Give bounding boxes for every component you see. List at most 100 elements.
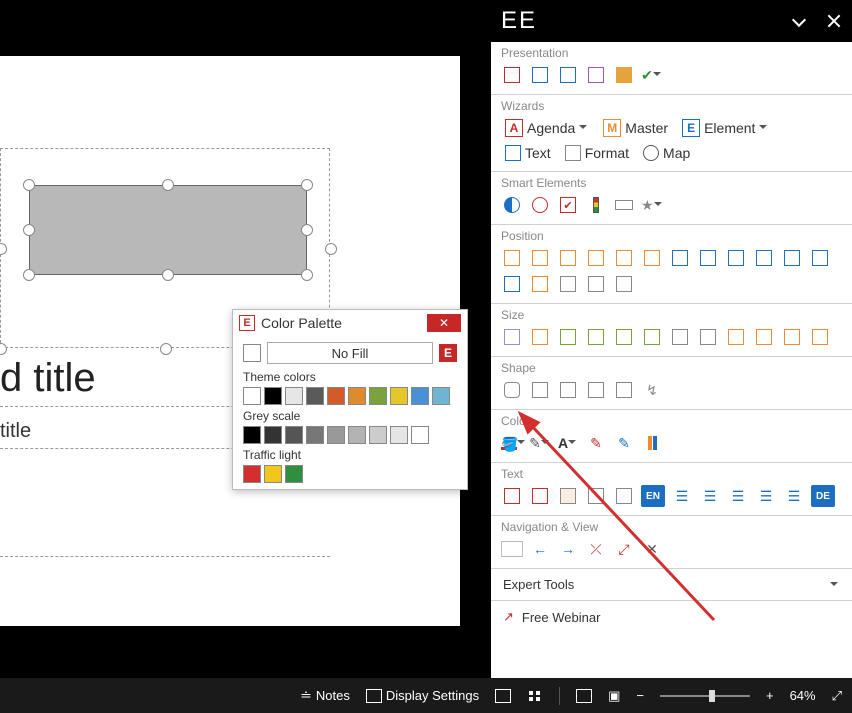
display-settings-button[interactable]: Display Settings: [366, 688, 479, 703]
copy-shape-icon[interactable]: [585, 379, 607, 401]
color-swatch[interactable]: [390, 387, 408, 405]
placeholder-handle-s[interactable]: [160, 343, 172, 355]
harvey-ball-icon[interactable]: [501, 194, 523, 216]
slideshow-button[interactable]: ▣: [608, 688, 620, 704]
text-box-icon[interactable]: [501, 485, 523, 507]
rounded-rect-icon[interactable]: [501, 379, 523, 401]
nav-left-icon[interactable]: ←: [529, 538, 551, 560]
color-swatch[interactable]: [369, 387, 387, 405]
matrix-icon[interactable]: [585, 273, 607, 295]
expert-tools-button[interactable]: Expert Tools: [491, 569, 852, 601]
fill-color-button[interactable]: 🪣: [501, 432, 523, 454]
star-icon[interactable]: ★: [641, 194, 663, 216]
tile-icon[interactable]: [613, 273, 635, 295]
color-swatch[interactable]: [243, 426, 261, 444]
same-width-icon[interactable]: [501, 326, 523, 348]
same-height-icon[interactable]: [529, 326, 551, 348]
container-icon[interactable]: [557, 379, 579, 401]
color-swatch[interactable]: [327, 426, 345, 444]
font-color-button[interactable]: A: [557, 432, 579, 454]
nav-thumb-icon[interactable]: [501, 538, 523, 560]
mail-icon[interactable]: [613, 64, 635, 86]
color-swatch[interactable]: [411, 426, 429, 444]
color-swatch[interactable]: [411, 387, 429, 405]
stretch-left-icon[interactable]: [585, 326, 607, 348]
color-swatch[interactable]: [348, 387, 366, 405]
map-button[interactable]: Map: [639, 143, 694, 163]
lang-en-button[interactable]: EN: [641, 485, 665, 507]
no-fill-button[interactable]: No Fill: [267, 342, 433, 364]
dock-left-icon[interactable]: [669, 247, 691, 269]
golden-canon-icon[interactable]: [781, 247, 803, 269]
zoom-value[interactable]: 64%: [790, 688, 816, 703]
stretch-top-icon[interactable]: [641, 326, 663, 348]
checkbox-icon[interactable]: ✔: [557, 194, 579, 216]
chamfer-icon[interactable]: [529, 379, 551, 401]
zoom-slider-thumb[interactable]: [709, 690, 715, 702]
color-swatch[interactable]: [348, 426, 366, 444]
bullet5-icon[interactable]: ☰: [783, 485, 805, 507]
resize-handle-nw[interactable]: [23, 179, 35, 191]
palette-close-button[interactable]: ✕: [427, 314, 461, 332]
master-button[interactable]: M Master: [599, 117, 672, 139]
align-top-icon[interactable]: [585, 247, 607, 269]
resize-handle-n[interactable]: [162, 179, 174, 191]
bullet1-icon[interactable]: ☰: [671, 485, 693, 507]
color-swatch[interactable]: [327, 387, 345, 405]
save-send-icon[interactable]: [529, 64, 551, 86]
traffic-light-icon[interactable]: [585, 194, 607, 216]
color-swatch[interactable]: [306, 426, 324, 444]
zoom-in-button[interactable]: +: [766, 688, 774, 703]
swap-icon[interactable]: [809, 247, 831, 269]
placeholder-handle-sw[interactable]: [0, 343, 7, 355]
fit-window-button[interactable]: ⤢: [832, 688, 842, 704]
color-swatch[interactable]: [243, 387, 261, 405]
sorter-view-button[interactable]: [527, 689, 543, 703]
eyedropper-icon[interactable]: ✎: [585, 432, 607, 454]
align-middle-icon[interactable]: [613, 247, 635, 269]
merge-icon[interactable]: [613, 485, 635, 507]
eyedropper2-icon[interactable]: ✎: [613, 432, 635, 454]
resize-handle-e[interactable]: [301, 224, 313, 236]
resize-handle-ne[interactable]: [301, 179, 313, 191]
tree3-icon[interactable]: [781, 326, 803, 348]
collapse-icon[interactable]: [792, 13, 808, 29]
color-legend-icon[interactable]: [641, 432, 663, 454]
resize-handle-w[interactable]: [23, 224, 35, 236]
paste-shape-icon[interactable]: [613, 379, 635, 401]
text-wizard-button[interactable]: Text: [501, 143, 555, 163]
export-icon[interactable]: [557, 64, 579, 86]
color-swatch[interactable]: [264, 387, 282, 405]
text-wrap-icon[interactable]: [557, 485, 579, 507]
align-left-icon[interactable]: [501, 247, 523, 269]
lang-de-button[interactable]: DE: [811, 485, 835, 507]
notes-button[interactable]: ≐ Notes: [300, 687, 350, 704]
pie-icon[interactable]: [529, 194, 551, 216]
distribute-v-icon[interactable]: [753, 247, 775, 269]
reading-view-button[interactable]: [576, 689, 592, 703]
distribute-h-icon[interactable]: [725, 247, 747, 269]
align-center-icon[interactable]: [529, 247, 551, 269]
check-icon[interactable]: ✔: [641, 64, 663, 86]
format-button[interactable]: Format: [561, 143, 633, 163]
dock-right-icon[interactable]: [697, 247, 719, 269]
stretch-right-icon[interactable]: [613, 326, 635, 348]
color-swatch[interactable]: [285, 465, 303, 483]
color-swatch[interactable]: [285, 426, 303, 444]
bullet4-icon[interactable]: ☰: [755, 485, 777, 507]
color-swatch[interactable]: [264, 426, 282, 444]
stretch-bottom-icon[interactable]: [669, 326, 691, 348]
share-icon[interactable]: [585, 64, 607, 86]
connector-icon[interactable]: ↯: [641, 379, 663, 401]
align-bottom-icon[interactable]: [641, 247, 663, 269]
resize-handle-se[interactable]: [301, 269, 313, 281]
text-tight-icon[interactable]: [529, 485, 551, 507]
split-icon[interactable]: [585, 485, 607, 507]
zoom-slider[interactable]: [660, 695, 750, 697]
normal-view-button[interactable]: [495, 689, 511, 703]
tree1-icon[interactable]: [725, 326, 747, 348]
element-button[interactable]: E Element: [678, 117, 773, 139]
table-icon[interactable]: [557, 273, 579, 295]
arrange-icon[interactable]: [501, 273, 523, 295]
placeholder-handle-e[interactable]: [325, 243, 337, 255]
